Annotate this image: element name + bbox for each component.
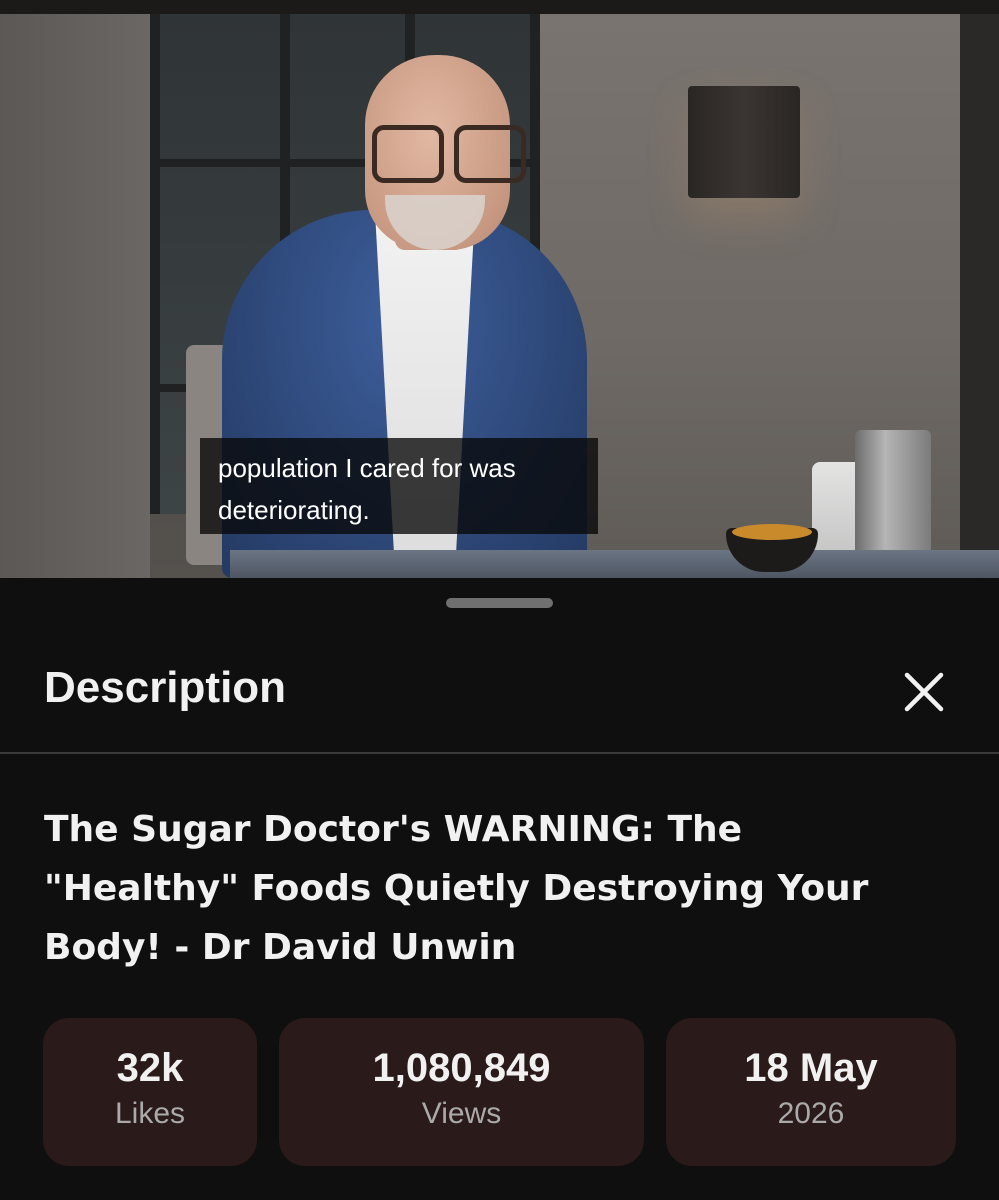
video-scene-edge <box>960 14 999 578</box>
speaker-glasses <box>372 125 526 183</box>
sheet-drag-handle[interactable] <box>446 598 553 608</box>
video-title-line: The Sugar Doctor's WARNING: The <box>44 809 743 850</box>
caption-line: population I cared for was <box>218 453 516 483</box>
close-button[interactable] <box>896 664 952 720</box>
views-label: Views <box>421 1097 502 1130</box>
video-title-line: "Healthy" Foods Quietly Destroying Your <box>44 868 869 909</box>
publish-date-stat: 18 May 2026 <box>666 1018 956 1166</box>
snack-bowl-contents <box>732 524 812 540</box>
close-icon <box>904 672 944 712</box>
likes-stat[interactable]: 32k Likes <box>43 1018 257 1166</box>
caption-line: deteriorating. <box>218 495 370 525</box>
likes-count: 32k <box>116 1046 184 1090</box>
sheet-divider <box>0 752 999 754</box>
views-stat: 1,080,849 Views <box>279 1018 644 1166</box>
publish-year: 2026 <box>777 1097 845 1130</box>
sheet-title: Description <box>44 663 287 712</box>
table <box>230 550 999 578</box>
video-title: The Sugar Doctor's WARNING: The "Healthy… <box>44 800 944 977</box>
video-player[interactable]: population I cared for was deteriorating… <box>0 0 999 578</box>
description-sheet: Description The Sugar Doctor's WARNING: … <box>0 578 999 1200</box>
wall-lamp <box>688 86 800 198</box>
video-captions: population I cared for was deteriorating… <box>200 438 598 534</box>
video-top-bar <box>0 0 999 14</box>
metal-cup <box>855 430 931 560</box>
likes-label: Likes <box>114 1097 186 1130</box>
publish-date: 18 May <box>744 1046 878 1090</box>
video-scene-wall <box>0 14 150 578</box>
video-title-line: Body! - Dr David Unwin <box>44 927 517 968</box>
views-count: 1,080,849 <box>372 1046 551 1090</box>
